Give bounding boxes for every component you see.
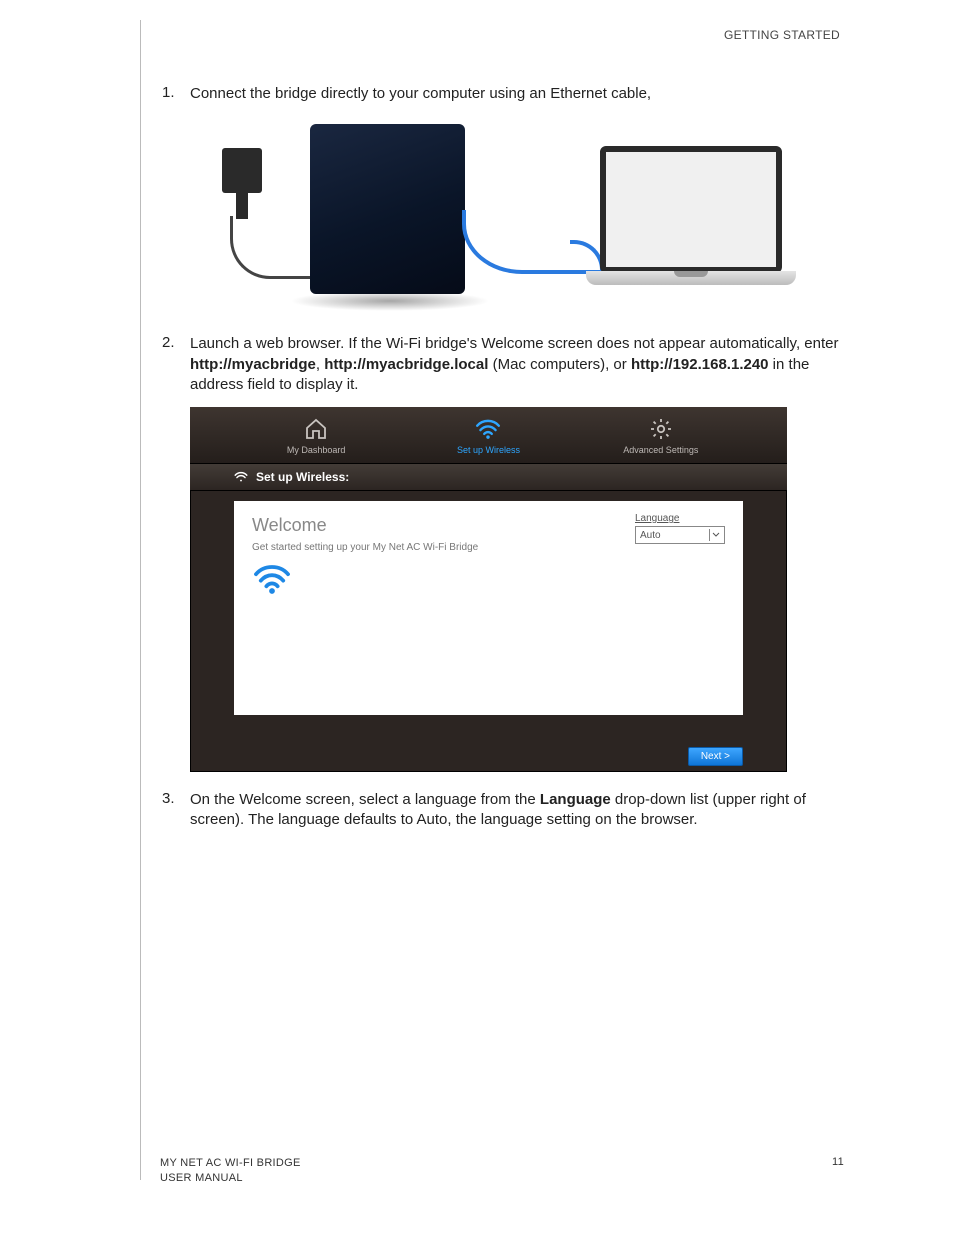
wifi-icon [474,417,502,441]
gear-icon [647,417,675,441]
step-text: Connect the bridge directly to your comp… [190,84,844,104]
welcome-panel: Welcome Get started setting up your My N… [234,501,743,715]
nav-label: My Dashboard [241,445,391,455]
wifi-bridge-device-icon [310,124,465,294]
power-adapter-icon [222,148,262,193]
language-dropdown[interactable]: Auto [635,526,725,544]
wifi-icon [234,471,248,483]
nav-label: Advanced Settings [586,445,736,455]
step-text: Launch a web browser. If the Wi-Fi bridg… [190,334,844,395]
language-value: Auto [640,530,661,541]
nav-advanced-settings[interactable]: Advanced Settings [586,417,736,455]
next-button[interactable]: Next > [688,747,743,766]
step-2: 2. Launch a web browser. If the Wi-Fi br… [162,334,844,395]
chevron-down-icon [709,529,722,541]
step-number: 2. [162,334,190,395]
nav-setup-wireless[interactable]: Set up Wireless [413,417,563,455]
page-number: 11 [832,1156,844,1168]
step-number: 3. [162,790,190,831]
step-3: 3. On the Welcome screen, select a langu… [162,790,844,831]
footer-product: MY NET AC WI-FI BRIDGE USER MANUAL [160,1156,301,1185]
home-icon [302,417,330,441]
illustration-hardware-setup [190,116,796,316]
step-text: On the Welcome screen, select a language… [190,790,844,831]
subheader-bar: Set up Wireless: [190,464,787,491]
section-header: GETTING STARTED [140,28,844,42]
step-1: 1. Connect the bridge directly to your c… [162,84,844,104]
language-label: Language [635,513,725,524]
screenshot-welcome-screen: My Dashboard Set up Wireless [190,407,787,772]
nav-my-dashboard[interactable]: My Dashboard [241,417,391,455]
step-number: 1. [162,84,190,104]
subheader-label: Set up Wireless: [256,470,349,484]
nav-label: Set up Wireless [413,445,563,455]
left-rule [140,20,141,1180]
wifi-icon [252,563,725,600]
laptop-icon [586,146,796,277]
